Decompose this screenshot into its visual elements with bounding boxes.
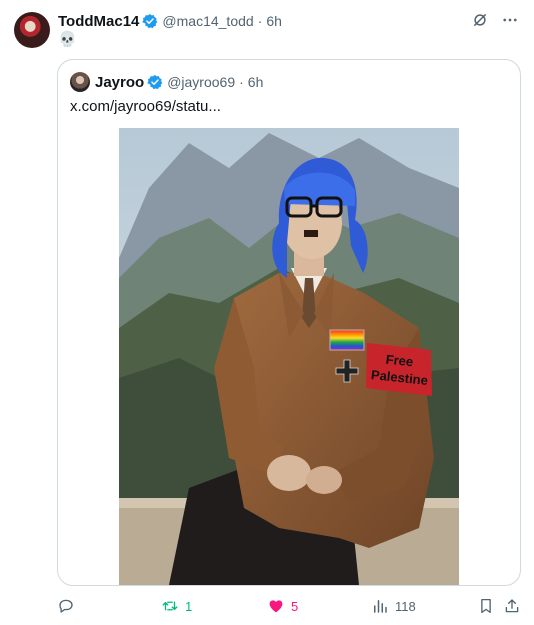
quoted-author-name[interactable]: Jayroo bbox=[95, 74, 144, 91]
share-icon bbox=[505, 599, 519, 613]
views-count: 118 bbox=[395, 598, 416, 614]
views-icon bbox=[374, 600, 387, 613]
tweet-top-actions bbox=[470, 10, 520, 30]
like-button[interactable]: 5 bbox=[267, 596, 298, 616]
bookmark-icon bbox=[481, 598, 491, 614]
armband-text-line1: Free bbox=[385, 352, 414, 370]
tweet-text: 💀 bbox=[58, 31, 77, 48]
author-name[interactable]: ToddMac14 bbox=[58, 13, 139, 30]
author-avatar[interactable] bbox=[14, 12, 50, 48]
reply-icon bbox=[59, 599, 73, 613]
heart-icon bbox=[269, 600, 283, 613]
like-count: 5 bbox=[291, 598, 299, 614]
verified-badge-icon bbox=[147, 75, 163, 90]
tweet-actions-bar: 1 5 118 bbox=[57, 596, 523, 616]
tweet-time[interactable]: 6h bbox=[266, 13, 282, 29]
quoted-header-separator: · bbox=[239, 74, 244, 90]
quoted-tweet-image[interactable]: Free Palestine bbox=[119, 128, 459, 585]
share-button[interactable] bbox=[503, 596, 521, 616]
verified-badge-icon bbox=[142, 14, 158, 29]
quoted-tweet-link[interactable]: x.com/jayroo69/statu... bbox=[70, 98, 221, 115]
more-options-icon[interactable] bbox=[500, 10, 520, 30]
quoted-tweet-header: Jayroo @jayroo69 · 6h bbox=[70, 72, 263, 92]
repost-button[interactable]: 1 bbox=[161, 596, 192, 616]
bookmark-button[interactable] bbox=[477, 596, 495, 616]
header-separator: · bbox=[257, 13, 263, 29]
quoted-author-avatar[interactable] bbox=[70, 72, 90, 92]
reply-button[interactable] bbox=[57, 596, 75, 616]
repost-count: 1 bbox=[185, 598, 193, 614]
quoted-tweet[interactable]: Jayroo @jayroo69 · 6h x.com/jayroo69/sta… bbox=[57, 59, 521, 586]
quoted-author-handle[interactable]: @jayroo69 bbox=[167, 74, 235, 90]
quoted-tweet-time[interactable]: 6h bbox=[248, 74, 264, 90]
author-handle[interactable]: @mac14_todd bbox=[162, 13, 253, 29]
repost-icon bbox=[162, 601, 178, 611]
tweet-header: ToddMac14 @mac14_todd · 6h bbox=[58, 12, 282, 30]
grok-icon[interactable] bbox=[470, 10, 490, 30]
views-button[interactable]: 118 bbox=[371, 596, 416, 616]
